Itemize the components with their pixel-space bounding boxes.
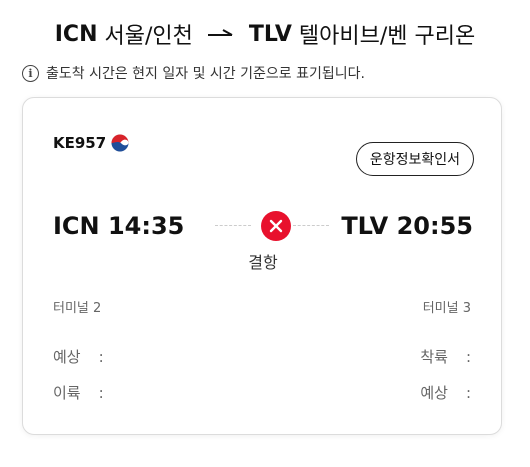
takeoff-sep: :	[98, 384, 104, 402]
time-notice: i 출도착 시간은 현지 일자 및 시간 기준으로 표기됩니다.	[22, 63, 365, 83]
flight-info-certificate-button[interactable]: 운항정보확인서	[355, 142, 474, 176]
departure-estimated-row: 예상:	[53, 346, 104, 367]
route-dash-left	[215, 225, 251, 226]
destination-city: 텔아비브/벤 구리온	[298, 24, 476, 49]
arrival-terminal: 터미널 3	[422, 301, 471, 316]
arrival-time: TLV 20:55	[341, 212, 473, 240]
takeoff-label: 이륙	[53, 384, 81, 402]
landing-sep: :	[465, 348, 471, 366]
origin-code: ICN	[54, 21, 98, 47]
time-notice-text: 출도착 시간은 현지 일자 및 시간 기준으로 표기됩니다.	[46, 66, 365, 82]
korean-air-logo-icon	[111, 134, 129, 152]
flight-status: 결항	[248, 253, 278, 272]
departure-terminal: 터미널 2	[53, 301, 102, 316]
cancel-icon	[261, 211, 291, 241]
origin-city: 서울/인천	[104, 24, 193, 49]
route-dash-right	[293, 225, 329, 226]
departure-estimated-label: 예상	[53, 348, 81, 366]
flight-number: KE957	[53, 134, 107, 152]
takeoff-row: 이륙:	[53, 382, 104, 403]
times-row: ICN 14:35 TLV 20:55	[53, 206, 473, 246]
plane-arrow-icon	[207, 29, 233, 36]
arrival-estimated-label: 예상	[420, 384, 448, 402]
flight-number-group: KE957	[53, 134, 129, 152]
departure-estimated-sep: :	[98, 348, 104, 366]
arrival-estimated-sep: :	[465, 384, 471, 402]
landing-row: 착륙:	[420, 346, 471, 367]
destination-code: TLV	[248, 21, 292, 47]
info-icon: i	[22, 64, 39, 82]
landing-label: 착륙	[420, 348, 448, 366]
flight-card: KE957 운항정보확인서 ICN 14:35 TLV 20:55 결항 터미널…	[22, 97, 502, 435]
arrival-estimated-row: 예상:	[420, 382, 471, 403]
departure-time: ICN 14:35	[53, 212, 185, 240]
close-icon	[269, 219, 283, 233]
route-header: ICN 서울/인천 TLV 텔아비브/벤 구리온	[0, 18, 530, 50]
flight-status-page: ICN 서울/인천 TLV 텔아비브/벤 구리온 i 출도착 시간은 현지 일자…	[0, 0, 530, 467]
